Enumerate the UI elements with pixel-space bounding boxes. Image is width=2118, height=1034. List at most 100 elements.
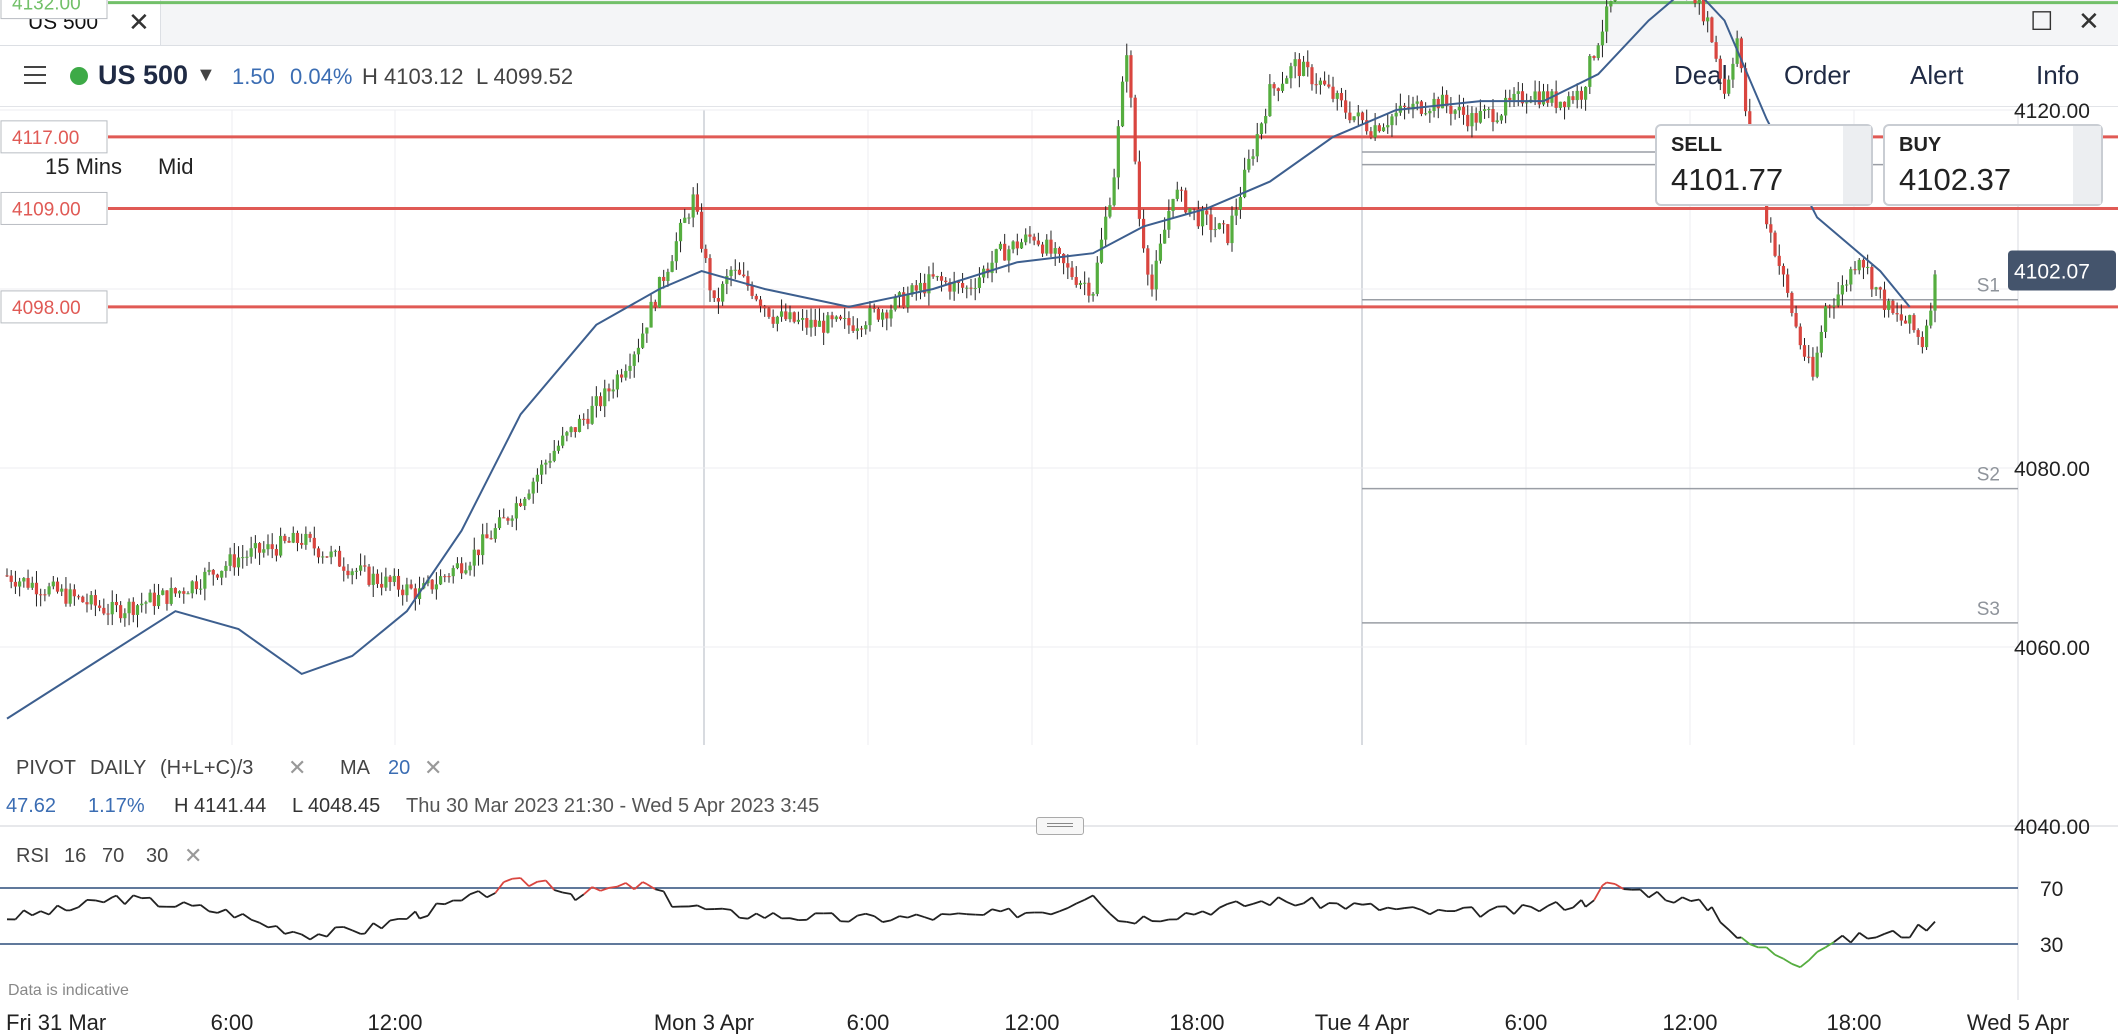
candle-body — [489, 538, 493, 540]
candle-body — [434, 584, 438, 590]
candle-body — [177, 591, 182, 594]
candle-body — [1259, 123, 1264, 135]
candle-body — [670, 261, 674, 272]
candle-body — [1929, 310, 1933, 326]
rsi-segment — [1513, 904, 1524, 915]
candle — [1424, 102, 1428, 116]
candle-body — [1722, 78, 1727, 94]
candle — [699, 203, 704, 253]
candle-body — [590, 405, 594, 424]
rsi-segment — [916, 913, 925, 919]
candle-body — [1899, 314, 1903, 321]
candle — [1857, 258, 1861, 275]
candle — [1807, 345, 1811, 364]
candle — [127, 598, 131, 626]
candle-body — [211, 569, 215, 575]
rsi-segment — [1370, 902, 1380, 911]
rsi-segment — [1547, 901, 1557, 907]
candle — [1146, 245, 1150, 286]
candle — [1491, 99, 1495, 132]
rsi-segment — [1050, 910, 1060, 916]
candle-body — [354, 570, 358, 572]
rsi-segment — [259, 921, 269, 929]
rsi-segment — [284, 930, 294, 935]
candle-body — [1057, 248, 1062, 254]
candle-body — [1163, 229, 1167, 244]
candle-body — [152, 592, 156, 607]
candle-body — [43, 594, 47, 596]
candle — [1255, 122, 1259, 163]
rsi-segment — [1665, 899, 1675, 904]
candle-body — [721, 283, 725, 302]
candle — [771, 309, 775, 328]
rsi-segment — [1711, 906, 1722, 923]
candle-body — [228, 554, 232, 566]
rsi-segment — [1816, 946, 1826, 953]
rsi-segment — [1353, 902, 1363, 906]
candle — [1866, 254, 1870, 275]
candle — [632, 351, 636, 378]
candle-body — [337, 550, 342, 567]
candle — [1916, 328, 1920, 345]
candle-body — [1706, 17, 1710, 22]
candle-body — [1209, 214, 1213, 230]
candle-body — [1129, 55, 1133, 98]
rsi-segment — [899, 915, 909, 919]
rsi-segment — [1412, 906, 1422, 911]
candle-body — [1104, 216, 1108, 240]
candle-body — [851, 325, 855, 331]
candle — [1280, 71, 1285, 93]
time-axis: Fri 31 Mar 6:00 12:00 Mon 3 Apr 6:00 12:00 18:… — [6, 1010, 2069, 1034]
candle — [1141, 209, 1146, 253]
rsi-segment — [233, 913, 244, 919]
candle — [455, 557, 460, 570]
remove-pivot-icon[interactable]: ✕ — [288, 755, 306, 781]
candle-body — [1495, 120, 1499, 123]
candle-body — [838, 316, 843, 319]
candle — [1209, 207, 1213, 243]
panel-resize-handle[interactable] — [1036, 817, 1084, 835]
candle — [1903, 315, 1908, 324]
candle — [1773, 230, 1777, 258]
candle — [1933, 270, 1937, 323]
rsi-segment — [40, 910, 50, 916]
candle-body — [1137, 161, 1141, 219]
rsi-segment — [1404, 906, 1414, 909]
pivot-indicator-period: DAILY — [90, 757, 147, 779]
candle — [186, 591, 190, 595]
candle-body — [1036, 240, 1040, 245]
candle-body — [918, 282, 923, 291]
candle-body — [1285, 78, 1289, 84]
x-tick-label: 18:00 — [1826, 1010, 1881, 1034]
remove-ma-icon[interactable]: ✕ — [424, 755, 442, 781]
rsi-indicator-upper: 70 — [102, 845, 125, 867]
candle-body — [64, 588, 68, 604]
candle — [262, 541, 266, 558]
candle-body — [1247, 158, 1251, 170]
sell-button[interactable]: SELL 4101.77 — [1655, 124, 1873, 206]
candle-body — [194, 581, 199, 590]
candle — [316, 546, 321, 564]
candle — [460, 557, 464, 580]
candle — [931, 262, 935, 279]
remove-rsi-icon[interactable]: ✕ — [184, 843, 202, 869]
candle-body — [666, 271, 670, 281]
rsi-segment — [924, 916, 934, 921]
candle-body — [885, 312, 889, 319]
rsi-segment — [217, 908, 227, 914]
interval-selector[interactable]: 15 Mins — [45, 154, 122, 180]
candle-body — [1154, 260, 1158, 290]
candle-body — [1150, 274, 1154, 290]
candle — [68, 583, 72, 607]
candle-body — [1200, 210, 1205, 227]
candle-body — [1609, 1, 1613, 7]
current-price-label: 4102.07 — [2014, 260, 2090, 283]
rsi-segment — [1606, 881, 1616, 885]
candle — [544, 459, 548, 475]
candle — [1769, 217, 1773, 243]
candle-body — [1192, 208, 1196, 210]
candle-body — [405, 584, 409, 596]
rsi-segment — [1336, 902, 1347, 910]
buy-button[interactable]: BUY 4102.37 — [1883, 124, 2103, 206]
price-type-selector[interactable]: Mid — [158, 154, 193, 180]
